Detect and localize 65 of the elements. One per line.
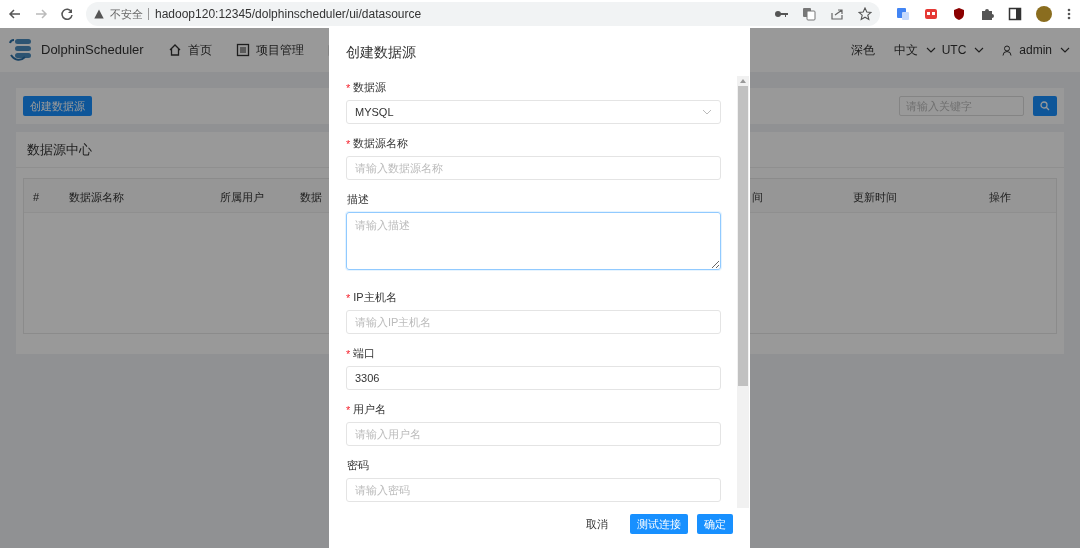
input-field[interactable]: 请输入用户名: [346, 422, 721, 446]
column-header: 间: [752, 190, 763, 203]
required-mark: *: [346, 404, 351, 415]
column-header: 数据源名称: [69, 190, 124, 203]
scrollbar[interactable]: [737, 76, 749, 508]
puzzle-icon[interactable]: [980, 7, 994, 21]
panel-title: 数据源中心: [27, 140, 92, 159]
datasource-type-select[interactable]: MYSQL: [346, 100, 721, 124]
user-icon[interactable]: [1002, 44, 1013, 56]
avatar-icon[interactable]: [1036, 6, 1052, 22]
field-label: 数据源名称: [353, 136, 409, 152]
input-field[interactable]: 3306: [346, 366, 721, 390]
reload-icon[interactable]: [60, 7, 74, 21]
field-label: 端口: [353, 346, 376, 362]
scrollbar-thumb[interactable]: [738, 86, 748, 386]
back-icon[interactable]: [8, 7, 22, 21]
dialog-title: 创建数据源: [346, 42, 416, 62]
warning-icon[interactable]: [94, 9, 104, 19]
caret-icon[interactable]: [974, 47, 985, 53]
nav-item[interactable]: 首页: [187, 41, 212, 59]
field-label: 描述: [347, 192, 369, 208]
column-header: 更新时间: [853, 190, 897, 203]
list-icon[interactable]: [235, 43, 250, 57]
key-icon[interactable]: [774, 9, 788, 19]
timezone-dropdown[interactable]: UTC: [941, 41, 967, 59]
url-text: hadoop120:12345/dolphinscheduler/ui/datasource: [155, 6, 422, 23]
required-mark: *: [346, 138, 351, 149]
translate-icon[interactable]: [802, 7, 816, 21]
dialog-button[interactable]: 测试连接: [630, 514, 688, 534]
field-label: 密码: [347, 458, 369, 474]
required-mark: *: [346, 292, 351, 303]
field-label: 用户名: [353, 402, 387, 418]
column-header: 操作: [989, 190, 1011, 203]
caret-icon[interactable]: [1060, 47, 1070, 53]
input-field[interactable]: 请输入密码: [346, 478, 721, 502]
search-button[interactable]: [1033, 96, 1057, 116]
extension-icon[interactable]: [924, 7, 938, 21]
cancel-button[interactable]: 取消: [579, 514, 615, 534]
star-icon[interactable]: [858, 7, 872, 21]
user-menu[interactable]: admin: [1019, 41, 1052, 59]
column-header: 所属用户: [220, 190, 264, 203]
security-label: 不安全: [110, 8, 149, 20]
nav-item[interactable]: 项目管理: [255, 41, 304, 59]
column-header: 数据: [300, 190, 322, 203]
shield-icon[interactable]: [952, 7, 966, 21]
menu-icon[interactable]: [1066, 7, 1072, 21]
share-icon[interactable]: [830, 7, 844, 21]
input-field[interactable]: 请输入IP主机名: [346, 310, 721, 334]
theme-menu-item[interactable]: 深色: [850, 41, 875, 59]
required-mark: *: [346, 82, 351, 93]
logo-text[interactable]: DolphinScheduler: [41, 40, 144, 60]
field-label: IP主机名: [353, 290, 397, 306]
search-icon[interactable]: [1040, 101, 1050, 111]
language-dropdown[interactable]: 中文: [893, 41, 918, 59]
dialog-button[interactable]: 确定: [697, 514, 733, 534]
address-bar[interactable]: 不安全 hadoop120:12345/dolphinscheduler/ui/datasource: [86, 2, 880, 26]
translate-extension-icon[interactable]: [896, 7, 910, 21]
description-field[interactable]: 请输入描述: [346, 212, 721, 270]
required-mark: *: [346, 348, 351, 359]
column-header: #: [33, 190, 40, 203]
side-panel-icon[interactable]: [1008, 7, 1022, 21]
home-icon[interactable]: [167, 43, 182, 57]
caret-icon[interactable]: [925, 47, 936, 53]
field-label: 数据源: [353, 80, 387, 96]
input-field[interactable]: 请输入数据源名称: [346, 156, 721, 180]
